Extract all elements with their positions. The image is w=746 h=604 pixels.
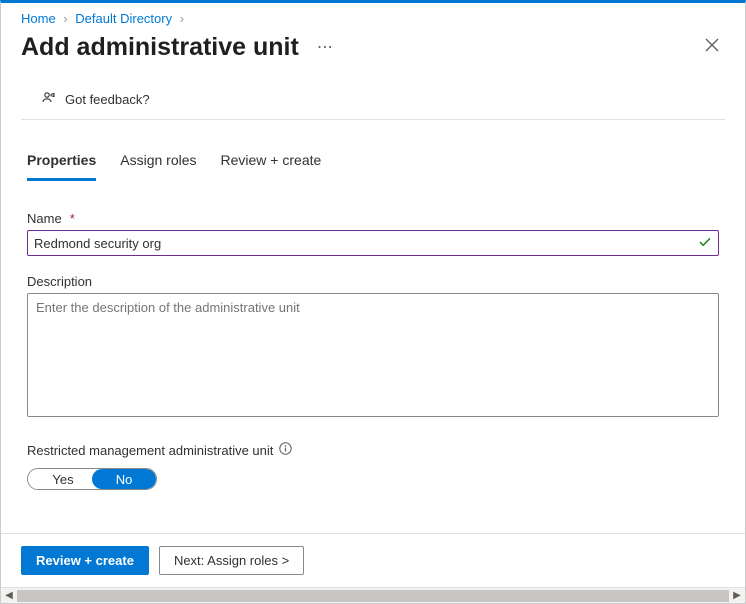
name-label-text: Name [27, 211, 62, 226]
restricted-toggle[interactable]: Yes No [27, 468, 157, 490]
horizontal-scrollbar[interactable]: ◀ ▶ [1, 587, 745, 603]
title-row: Add administrative unit ⋯ [1, 28, 745, 74]
tab-review-create[interactable]: Review + create [221, 146, 322, 181]
scroll-left-arrow[interactable]: ◀ [1, 588, 17, 603]
name-input-wrap [27, 230, 719, 256]
description-input[interactable] [27, 293, 719, 417]
more-actions-button[interactable]: ⋯ [317, 37, 333, 57]
feedback-label: Got feedback? [65, 92, 150, 107]
review-create-button[interactable]: Review + create [21, 546, 149, 575]
feedback-link[interactable]: Got feedback? [21, 80, 725, 120]
scrollbar-thumb[interactable] [17, 590, 729, 602]
breadcrumb-directory[interactable]: Default Directory [75, 11, 172, 26]
name-label: Name * [27, 211, 719, 226]
page-title: Add administrative unit [21, 33, 299, 62]
tab-assign-roles[interactable]: Assign roles [120, 146, 196, 181]
restricted-label-row: Restricted management administrative uni… [27, 442, 719, 458]
footer: Review + create Next: Assign roles > [1, 533, 745, 587]
scroll-right-arrow[interactable]: ▶ [729, 588, 745, 603]
breadcrumb-sep: › [180, 11, 184, 26]
breadcrumb: Home › Default Directory › [1, 3, 745, 28]
next-assign-roles-button[interactable]: Next: Assign roles > [159, 546, 304, 575]
close-button[interactable] [699, 32, 725, 62]
toggle-no[interactable]: No [92, 469, 156, 489]
name-input[interactable] [34, 236, 698, 251]
breadcrumb-sep: › [63, 11, 67, 26]
tabs: Properties Assign roles Review + create [1, 146, 745, 181]
feedback-icon [41, 90, 57, 109]
toggle-yes[interactable]: Yes [28, 469, 92, 489]
close-icon [705, 39, 719, 56]
breadcrumb-home[interactable]: Home [21, 11, 56, 26]
required-indicator: * [70, 211, 75, 226]
restricted-label: Restricted management administrative uni… [27, 443, 273, 458]
tab-properties[interactable]: Properties [27, 146, 96, 181]
description-label: Description [27, 274, 719, 289]
check-icon [698, 235, 712, 252]
form-area: Name * Description Restricted management … [1, 181, 745, 533]
info-icon[interactable] [279, 442, 292, 458]
